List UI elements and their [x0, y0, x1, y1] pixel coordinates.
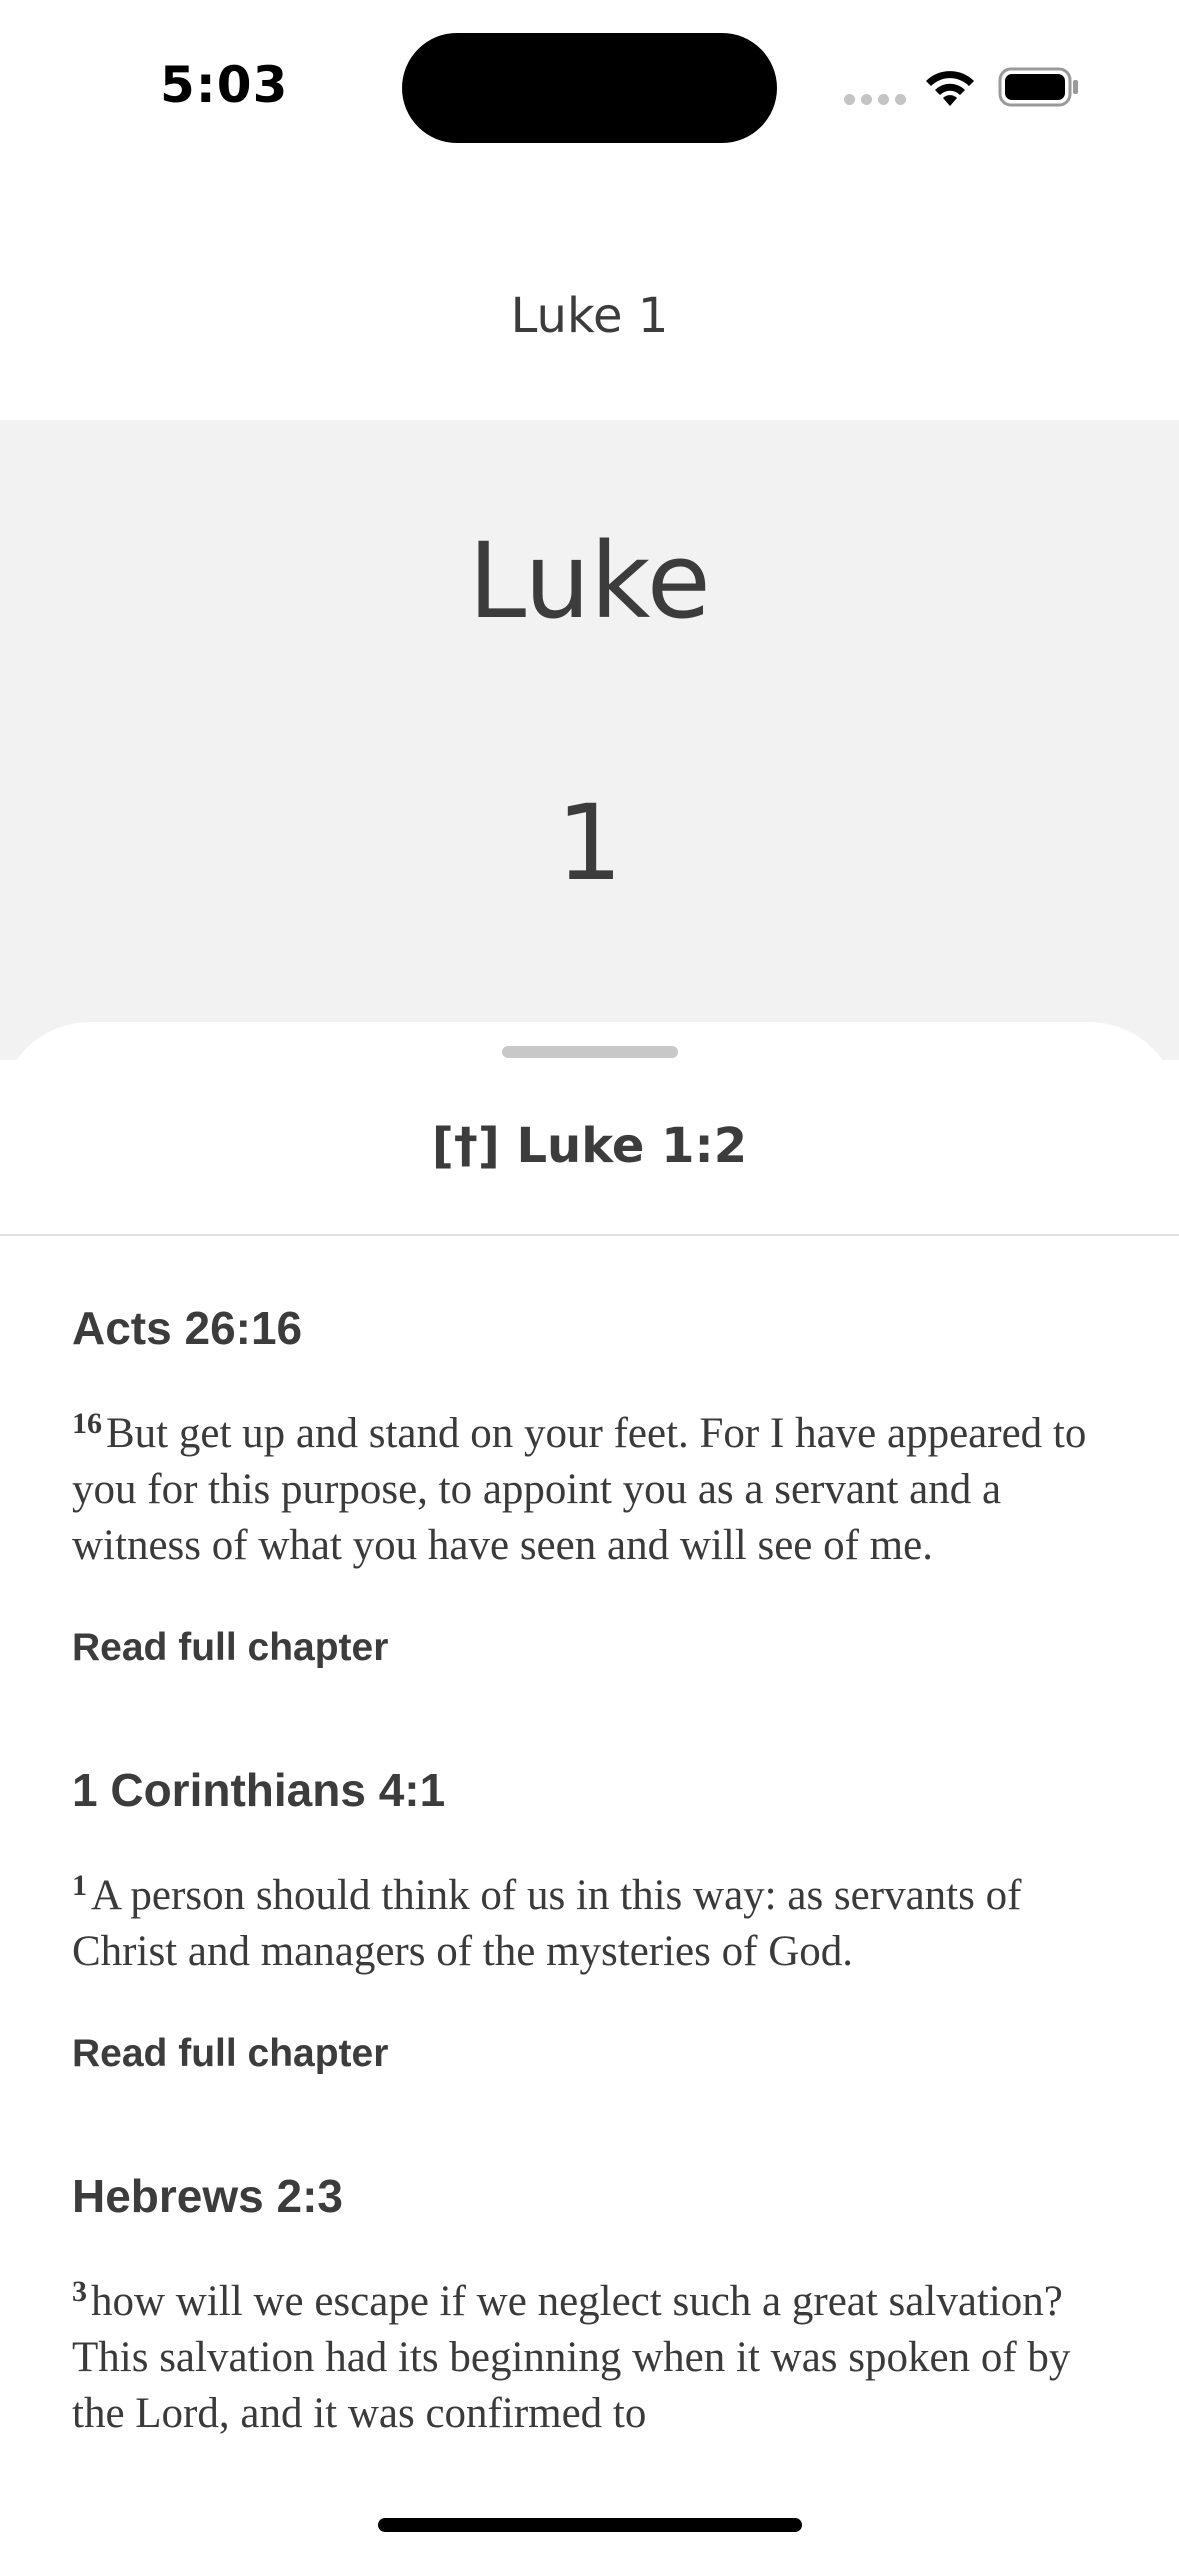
- status-time: 5:03: [160, 56, 289, 114]
- chapter-number: 1: [556, 782, 623, 904]
- reference-text: 1A person should think of us in this way…: [72, 1858, 1112, 1980]
- sheet-title: [†] Luke 1:2: [431, 1118, 748, 1174]
- reference-title[interactable]: Acts 26:16: [72, 1300, 1112, 1356]
- chapter-header: Luke 1: [0, 420, 1179, 1060]
- cross-reference-sheet: [†] Luke 1:2 Acts 26:16 16But get up and…: [0, 1022, 1179, 2556]
- reference-title[interactable]: 1 Corinthians 4:1: [72, 1762, 1112, 1818]
- home-indicator[interactable]: [378, 2518, 802, 2532]
- read-full-chapter-link[interactable]: Read full chapter: [72, 1624, 1112, 1672]
- reference-item: Hebrews 2:3 3how will we escape if we ne…: [72, 2168, 1112, 2442]
- verse-number: 16: [72, 1407, 102, 1440]
- reference-item: Acts 26:16 16But get up and stand on you…: [72, 1300, 1112, 1672]
- status-bar: 5:03: [0, 0, 1179, 170]
- sheet-drag-handle[interactable]: [502, 1046, 678, 1058]
- book-name: Luke: [468, 520, 711, 642]
- wifi-icon: [926, 71, 974, 106]
- battery-icon: [998, 67, 1078, 107]
- verse-text: But get up and stand on your feet. For I…: [72, 1410, 1087, 1569]
- reference-title[interactable]: Hebrews 2:3: [72, 2168, 1112, 2224]
- reference-text: 16But get up and stand on your feet. For…: [72, 1396, 1112, 1574]
- dynamic-island: [402, 33, 777, 143]
- verse-text: how will we escape if we neglect such a …: [72, 2278, 1071, 2437]
- reference-item: 1 Corinthians 4:1 1A person should think…: [72, 1762, 1112, 2078]
- read-full-chapter-link[interactable]: Read full chapter: [72, 2030, 1112, 2078]
- nav-bar: Luke 1: [0, 170, 1179, 420]
- verse-text: A person should think of us in this way:…: [72, 1872, 1022, 1975]
- verse-number: 3: [72, 2275, 87, 2308]
- sheet-divider: [0, 1234, 1179, 1236]
- verse-number: 1: [72, 1869, 87, 1902]
- nav-title[interactable]: Luke 1: [0, 288, 1179, 344]
- reference-text: 3how will we escape if we neglect such a…: [72, 2264, 1112, 2442]
- reference-list: Acts 26:16 16But get up and stand on you…: [72, 1300, 1112, 2532]
- signal-icon: [844, 94, 906, 106]
